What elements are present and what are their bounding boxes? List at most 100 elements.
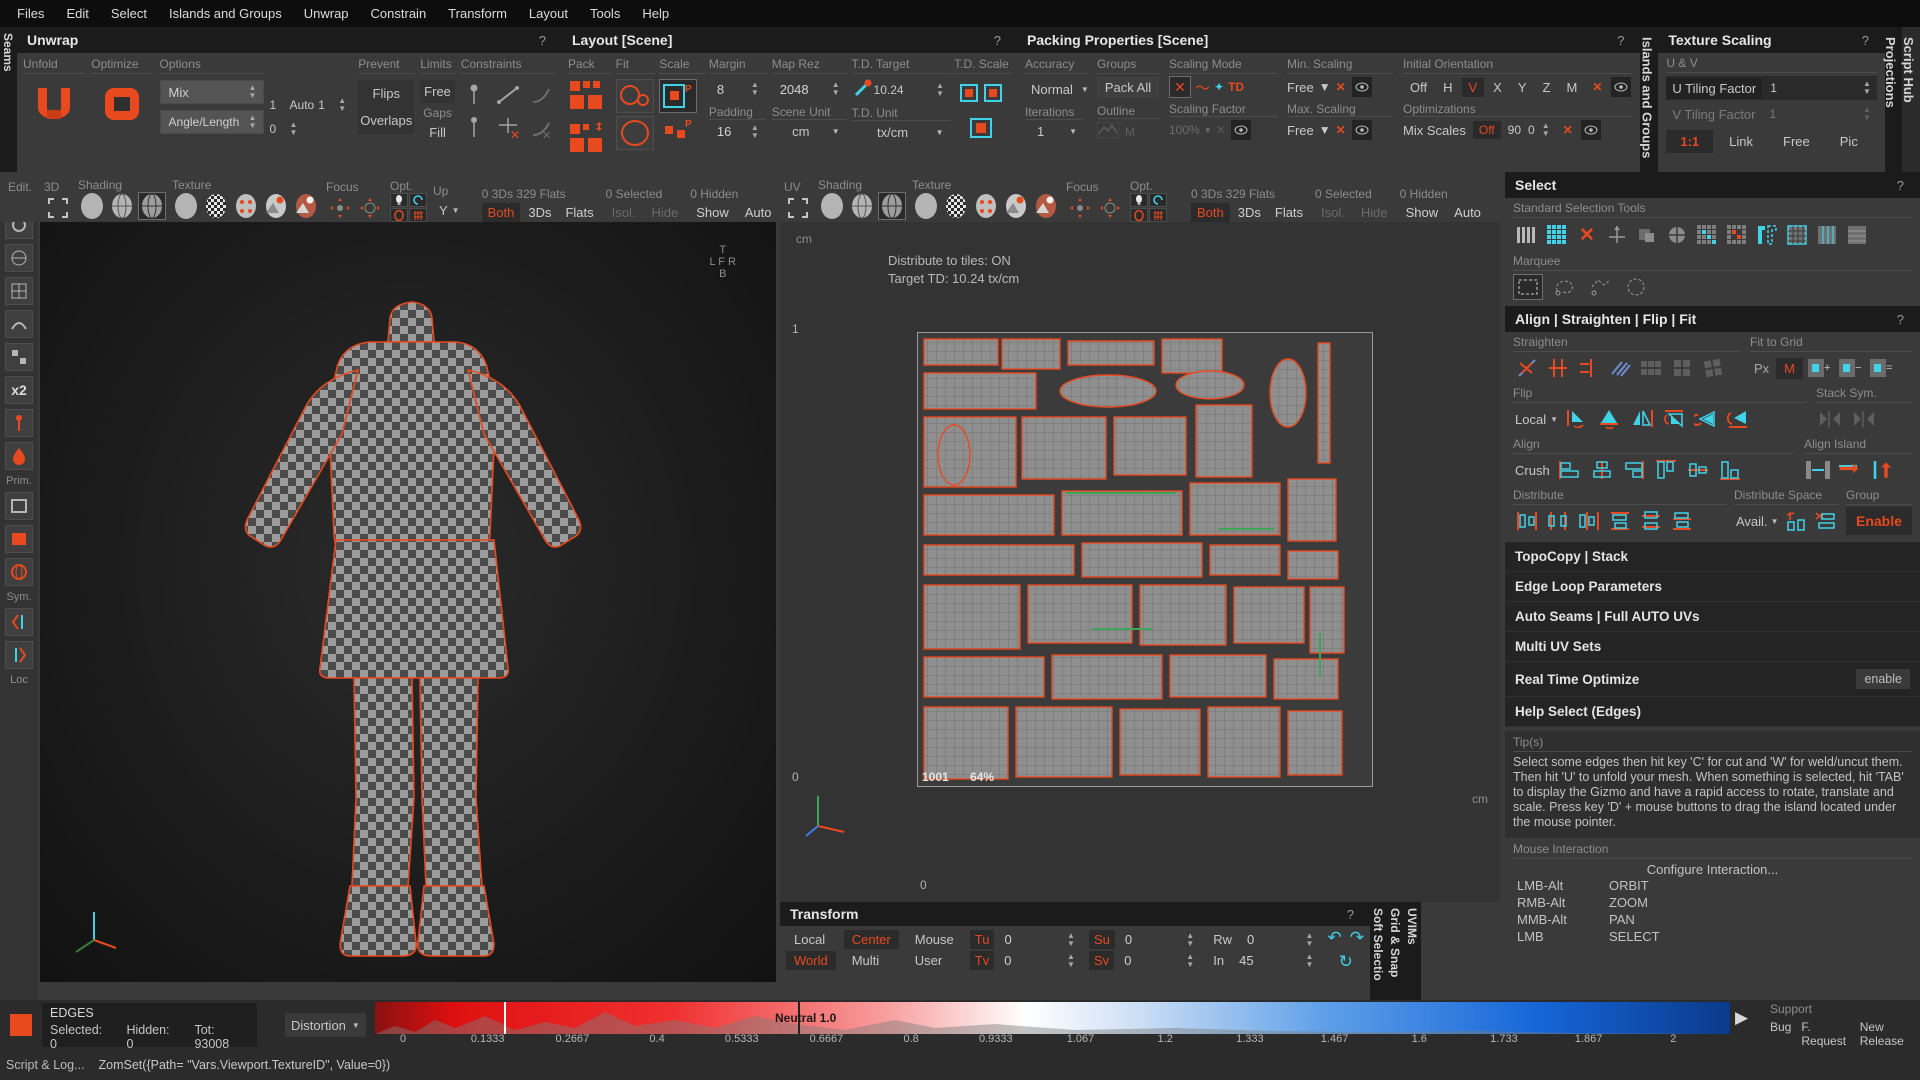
select-symmetry-icon[interactable] [1603,221,1631,249]
sidebar-tab-projections[interactable]: Projections [1885,27,1902,172]
transform-world-button[interactable]: World [786,951,836,970]
uv-opt-sphere-icon[interactable] [1130,208,1148,222]
v3d-btn-auto[interactable]: Auto [739,203,778,222]
transform-field-spinner[interactable]: ▲▼ [1305,932,1319,948]
flip-v-axis-icon[interactable] [1596,405,1624,433]
transform-field-spinner[interactable]: ▲▼ [1067,953,1081,969]
texture-gradient-icon[interactable] [262,192,290,220]
orientation-eye-icon[interactable] [1610,76,1632,98]
unfold-U-icon[interactable] [32,86,76,125]
select-row-grid-icon[interactable] [1843,221,1871,249]
uv-frame-all-icon[interactable] [784,194,812,222]
maxscaling-value[interactable]: Free [1287,123,1314,138]
symmetry-icon[interactable] [5,608,33,636]
frame-all-icon[interactable] [44,194,72,222]
margin-spinner[interactable]: ▲▼ [751,81,765,97]
straighten-horizontal-icon[interactable] [1575,354,1603,382]
sidebar-tab-seams[interactable]: Seams [0,27,17,172]
v-tiling-row[interactable]: V Tiling Factor 1 ▲▼ [1666,102,1877,126]
viewport-3d[interactable]: T L F R B [40,222,776,982]
straighten-grid1-icon[interactable] [1637,354,1665,382]
select-box-icon[interactable] [1633,221,1661,249]
menu-item-transform[interactable]: Transform [437,3,518,24]
sidebar-tab-soft-selection[interactable]: Soft Selectio [1370,902,1387,1000]
tdunit-dropdown[interactable]: tx/cm ▼ [852,120,950,144]
options-mix-spinner[interactable]: ▲▼ [249,84,263,100]
fit-m-button[interactable]: M [1776,358,1803,379]
flip-rotate-bottom-icon[interactable] [1724,405,1752,433]
uv-focus-all-icon[interactable] [1096,194,1124,222]
edge-select-icon[interactable] [5,244,33,272]
select-quad-grid-icon[interactable] [1783,221,1811,249]
distribute-bottom-icon[interactable] [1668,507,1696,535]
tdscale-one-icon[interactable] [954,114,1011,147]
scalingmode-none-icon[interactable]: ✕ [1169,76,1191,98]
uv-texture-none-icon[interactable] [912,192,940,220]
select-all-grid-icon[interactable] [1543,221,1571,249]
transform-mouse-button[interactable]: Mouse [907,930,962,949]
constraint-pin-icon[interactable] [461,82,487,111]
fit-grid-minus-icon[interactable]: − [1837,354,1865,382]
loop-select-icon[interactable] [5,310,33,338]
menu-item-select[interactable]: Select [100,3,158,24]
align-left-icon[interactable] [1556,456,1584,484]
transform-local-button[interactable]: Local [786,930,836,949]
sidebar-tab-uvims[interactable]: UVIMs [1404,902,1421,1000]
select-columns-icon[interactable] [1513,221,1541,249]
constraint-vertical-icon[interactable] [461,115,487,144]
distribute-avail-dropdown[interactable]: Avail.▼ [1734,510,1780,532]
select-none-icon[interactable]: ✕ [1573,221,1601,249]
section-action-button[interactable]: enable [1856,669,1910,689]
uv-texture-alt-icon[interactable] [1032,192,1060,220]
accuracy-dropdown[interactable]: Normal▼ [1025,77,1083,101]
fit-px-button[interactable]: Px [1750,361,1773,376]
island-select-icon[interactable] [5,277,33,305]
flip-space-dropdown[interactable]: Local▼ [1513,408,1560,430]
texture-scaling-help-icon[interactable]: ? [1856,33,1875,48]
orientation-option-x[interactable]: X [1486,78,1509,97]
menu-item-layout[interactable]: Layout [518,3,579,24]
align-island-right-icon[interactable] [1836,456,1864,484]
distribute-space-h-icon[interactable] [1812,507,1838,535]
menu-item-help[interactable]: Help [631,3,680,24]
sphere-prim-icon[interactable] [5,558,33,586]
align-top-icon[interactable] [1652,456,1680,484]
select-help-icon[interactable]: ? [1891,178,1910,193]
texture-uv-icon[interactable] [232,192,260,220]
texture-none-icon[interactable] [172,192,200,220]
support-link-bug[interactable]: Bug [1770,1020,1791,1048]
align-island-up-icon[interactable] [1868,456,1896,484]
transform-field-tv[interactable]: Tv0▲▼ [970,951,1081,970]
tdtarget-spinner[interactable]: ▲▼ [936,82,950,98]
select-target-icon[interactable] [1663,221,1691,249]
v3d-btn-3ds[interactable]: 3Ds [522,203,557,222]
mixscales-state[interactable]: Off [1473,121,1501,139]
uv-shading-wire-icon[interactable] [848,192,876,220]
optimizations-eye-icon[interactable] [1580,119,1602,141]
limits-free-button[interactable]: Free [420,80,455,103]
u-tiling-row[interactable]: U Tiling Factor 1 ▲▼ [1666,76,1877,100]
straighten-grid2-icon[interactable] [1668,354,1696,382]
distribute-space-v-icon[interactable] [1783,507,1809,535]
v3d-btn-both[interactable]: Both [482,203,521,222]
transform-field-spinner[interactable]: ▲▼ [1186,953,1200,969]
transform-field-in[interactable]: In45▲▼ [1208,951,1319,970]
uv-shading-shaded-icon[interactable] [878,192,906,220]
reset-icon[interactable]: ↻ [1339,952,1353,972]
marquee-lasso-icon[interactable] [1549,274,1579,300]
view-gizmo[interactable]: T L F R B [709,244,736,280]
minscaling-value[interactable]: Free [1287,80,1314,95]
transform-user-button[interactable]: User [907,951,962,970]
orientation-option-v[interactable]: V [1462,78,1485,97]
opt-light-icon[interactable] [390,193,408,207]
scalingmode-dot-icon[interactable]: ✦ [1214,80,1224,94]
scalingmode-td-button[interactable]: TD [1228,80,1244,94]
orientation-clear-icon[interactable]: ✕ [1592,80,1602,94]
distortion-dropdown[interactable]: Distortion▼ [285,1013,366,1037]
menu-item-tools[interactable]: Tools [579,3,631,24]
uv-btn-3ds[interactable]: 3Ds [1232,203,1267,222]
constraint-fx-delete-icon[interactable]: ✕ [529,115,555,144]
focus-selection-icon[interactable] [326,194,354,222]
uv-shading-flat-icon[interactable] [818,192,846,220]
fit-grid-plus-icon[interactable]: + [1806,354,1834,382]
